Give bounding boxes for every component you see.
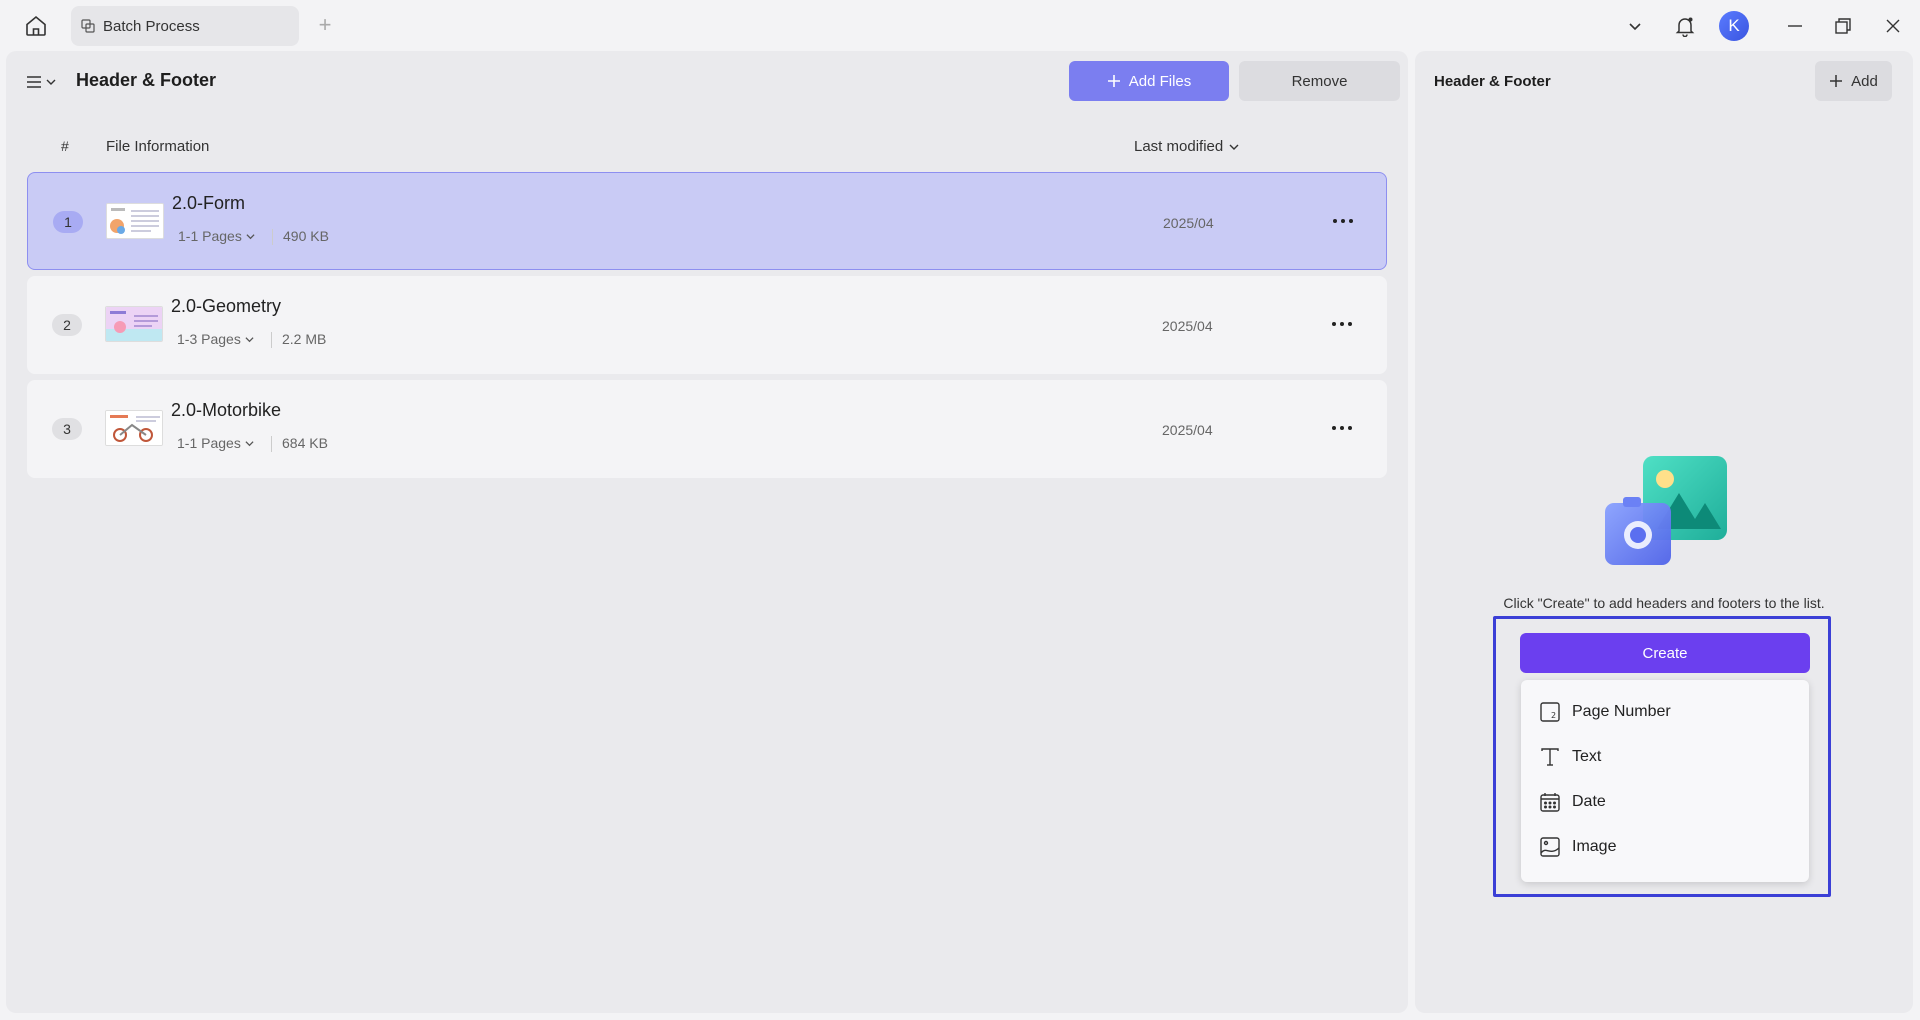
more-icon — [1332, 426, 1336, 430]
avatar: K — [1719, 11, 1749, 41]
restore-button[interactable] — [1828, 10, 1858, 42]
column-header-file-info: File Information — [106, 138, 210, 155]
create-label: Create — [1642, 644, 1688, 662]
menu-item-label: Text — [1572, 748, 1602, 765]
file-size: 684 KB — [282, 435, 328, 451]
create-menu: 2 Page Number Text Date Image — [1521, 680, 1809, 882]
bell-icon — [1675, 17, 1695, 37]
add-button[interactable]: Add — [1815, 61, 1892, 101]
add-files-label: Add Files — [1128, 72, 1192, 90]
row-number: 2 — [52, 314, 82, 336]
chevron-down-icon — [245, 440, 254, 446]
menu-item-date[interactable]: Date — [1521, 782, 1809, 822]
page-title: Header & Footer — [76, 70, 217, 90]
add-label: Add — [1851, 72, 1878, 90]
chevron-down-icon — [1629, 23, 1641, 31]
home-icon — [26, 15, 46, 36]
menu-item-text[interactable]: Text — [1521, 737, 1809, 777]
file-date: 2025/04 — [1162, 318, 1213, 334]
tab-batch-process[interactable]: Batch Process — [71, 6, 299, 46]
file-name: 2.0-Geometry — [171, 296, 282, 316]
file-date: 2025/04 — [1163, 215, 1214, 231]
divider — [272, 229, 273, 245]
minimize-button[interactable] — [1780, 10, 1810, 42]
plus-icon: + — [318, 12, 332, 37]
page-range-dropdown[interactable]: 1-1 Pages — [178, 228, 255, 244]
chevron-down-icon — [46, 79, 56, 85]
plus-icon — [1107, 75, 1120, 87]
page-range-label: 1-1 Pages — [177, 435, 241, 451]
tab-label: Batch Process — [103, 17, 200, 35]
side-panel-title: Header & Footer — [1434, 73, 1551, 90]
menu-item-label: Page Number — [1572, 703, 1671, 720]
file-name: 2.0-Form — [172, 193, 246, 213]
remove-label: Remove — [1291, 72, 1348, 90]
add-files-button[interactable]: Add Files — [1069, 61, 1229, 101]
menu-toggle[interactable] — [26, 69, 64, 95]
dropdown-button[interactable] — [1620, 10, 1650, 42]
more-options-button[interactable] — [1328, 209, 1358, 233]
title-bar: Batch Process + K — [0, 0, 1920, 51]
text-icon — [1538, 745, 1562, 769]
avatar-initial: K — [1728, 16, 1740, 35]
chevron-down-icon — [1229, 144, 1239, 150]
page-range-label: 1-1 Pages — [178, 228, 242, 244]
divider — [271, 436, 272, 452]
remove-button[interactable]: Remove — [1239, 61, 1400, 101]
table-row[interactable]: 3 2.0-Motorbike 1-1 Pages 684 KB 2025/04 — [27, 380, 1387, 478]
divider — [271, 332, 272, 348]
menu-item-image[interactable]: Image — [1521, 827, 1809, 867]
home-button[interactable] — [22, 12, 50, 40]
hamburger-icon — [27, 76, 41, 88]
user-avatar-button[interactable]: K — [1718, 10, 1750, 42]
image-icon — [1538, 835, 1562, 859]
file-thumbnail — [106, 203, 164, 239]
more-options-button[interactable] — [1327, 312, 1357, 336]
new-tab-button[interactable]: + — [314, 12, 336, 37]
sort-last-modified[interactable]: Last modified — [1134, 138, 1239, 155]
more-options-button[interactable] — [1327, 416, 1357, 440]
svg-text:2: 2 — [1551, 711, 1556, 720]
row-number: 3 — [52, 418, 82, 440]
chevron-down-icon — [245, 336, 254, 342]
menu-item-page-number[interactable]: 2 Page Number — [1521, 692, 1809, 732]
file-date: 2025/04 — [1162, 422, 1213, 438]
minimize-icon — [1788, 25, 1802, 27]
file-thumbnail — [105, 410, 163, 446]
chevron-down-icon — [246, 233, 255, 239]
page-range-dropdown[interactable]: 1-1 Pages — [177, 435, 254, 451]
more-icon — [1333, 219, 1337, 223]
file-thumbnail — [105, 306, 163, 342]
page-range-dropdown[interactable]: 1-3 Pages — [177, 331, 254, 347]
empty-state-illustration — [1595, 451, 1735, 571]
table-row[interactable]: 1 2.0-Form 1-1 Pages 490 KB 2025/04 — [27, 172, 1387, 270]
column-header-number: # — [61, 138, 69, 154]
calendar-icon — [1538, 790, 1562, 814]
header-footer-panel: Header & Footer Add Click "Create" to ad… — [1415, 51, 1913, 1013]
batch-icon — [81, 19, 95, 33]
file-size: 2.2 MB — [282, 331, 327, 347]
notifications-button[interactable] — [1670, 10, 1700, 42]
create-button[interactable]: Create — [1520, 633, 1810, 673]
column-header-modified: Last modified — [1134, 138, 1224, 155]
restore-icon — [1835, 18, 1851, 34]
row-number: 1 — [53, 211, 83, 233]
close-icon — [1886, 19, 1900, 33]
file-name: 2.0-Motorbike — [171, 400, 282, 420]
empty-state-hint: Click "Create" to add headers and footer… — [1503, 595, 1825, 611]
menu-item-label: Image — [1572, 838, 1617, 855]
table-row[interactable]: 2 2.0-Geometry 1-3 Pages 2.2 MB 2025/04 — [27, 276, 1387, 374]
page-range-label: 1-3 Pages — [177, 331, 241, 347]
plus-icon — [1830, 75, 1843, 87]
file-list-panel: Header & Footer Add Files Remove # File … — [6, 51, 1408, 1013]
close-button[interactable] — [1878, 10, 1908, 42]
page-number-icon: 2 — [1538, 700, 1562, 724]
menu-item-label: Date — [1572, 793, 1606, 810]
file-size: 490 KB — [283, 228, 329, 244]
more-icon — [1332, 322, 1336, 326]
